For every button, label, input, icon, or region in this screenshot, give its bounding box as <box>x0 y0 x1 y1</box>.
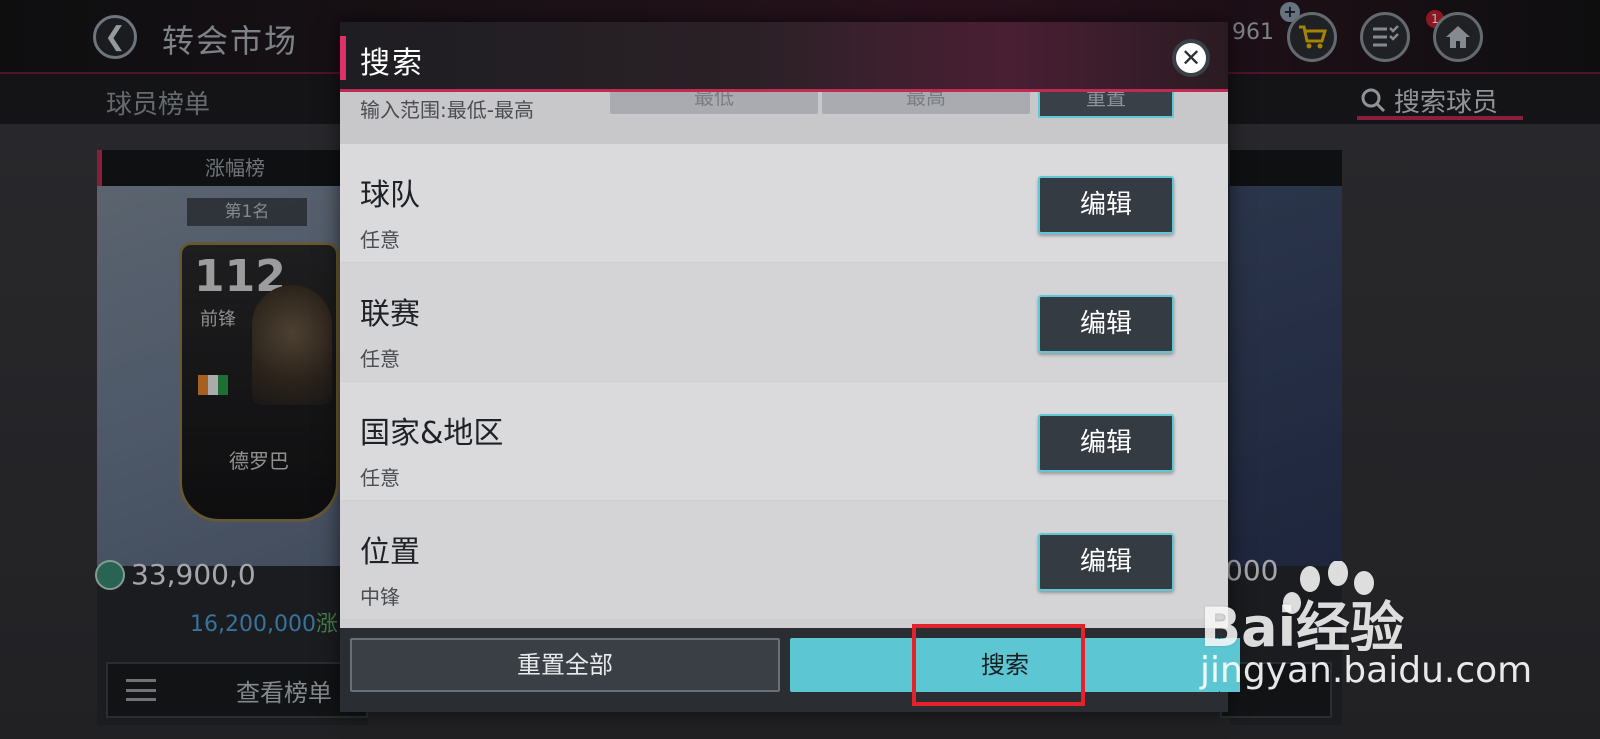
edit-position-button[interactable]: 编辑 <box>1038 533 1174 591</box>
max-input[interactable]: 最高 <box>822 92 1030 114</box>
modal-header: 搜索 ✕ <box>340 22 1228 92</box>
filter-name: 联赛 <box>360 297 420 332</box>
range-reset-button[interactable]: 重置 <box>1038 92 1174 118</box>
highlight-annotation <box>912 624 1085 706</box>
filter-row-nation: 国家&地区 任意 编辑 <box>340 382 1228 500</box>
watermark: Bai经验 jingyan.baidu.com <box>1200 555 1600 739</box>
edit-nation-button[interactable]: 编辑 <box>1038 414 1174 472</box>
watermark-url: jingyan.baidu.com <box>1200 650 1533 691</box>
min-input[interactable]: 最低 <box>610 92 818 114</box>
filter-row-team: 球队 任意 编辑 <box>340 144 1228 262</box>
range-label: 输入范围:最低-最高 <box>360 98 534 122</box>
filter-name: 国家&地区 <box>360 416 504 451</box>
filter-row-league: 联赛 任意 编辑 <box>340 263 1228 381</box>
edit-league-button[interactable]: 编辑 <box>1038 295 1174 353</box>
modal-footer: 重置全部 搜索 <box>340 628 1228 712</box>
reset-all-button[interactable]: 重置全部 <box>350 638 780 692</box>
edit-team-button[interactable]: 编辑 <box>1038 176 1174 234</box>
filter-value: 任意 <box>360 466 400 490</box>
header-accent <box>340 36 346 80</box>
modal-title: 搜索 <box>360 46 424 81</box>
filter-name: 球队 <box>360 178 420 213</box>
filter-name: 位置 <box>360 535 420 570</box>
filter-row-position: 位置 中锋 编辑 <box>340 501 1228 619</box>
search-modal: 搜索 ✕ 输入范围:最低-最高 最低 最高 重置 球队 任意 编辑 联赛 任意 … <box>340 22 1228 712</box>
filter-value: 任意 <box>360 347 400 371</box>
filter-value: 中锋 <box>360 585 400 609</box>
close-icon[interactable]: ✕ <box>1172 39 1210 77</box>
range-row: 输入范围:最低-最高 最低 最高 重置 <box>340 92 1228 144</box>
filter-value: 任意 <box>360 228 400 252</box>
